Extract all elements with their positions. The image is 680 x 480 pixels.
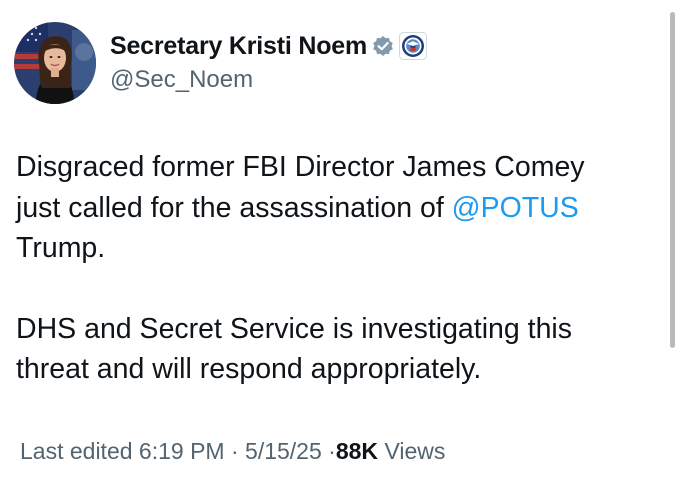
views-count: 88K bbox=[335, 438, 379, 464]
tweet-meta: Last edited 6:19 PM · 5/15/25 ·88K Views bbox=[20, 438, 445, 465]
scrollbar-thumb[interactable] bbox=[670, 12, 675, 348]
edited-label[interactable]: Last edited bbox=[20, 438, 133, 464]
tweet-text-segment: Trump. bbox=[16, 232, 106, 264]
tweet-paragraph: DHS and Secret Service is investigating … bbox=[16, 312, 573, 386]
author-display-name[interactable]: Secretary Kristi Noem bbox=[110, 32, 367, 61]
tweet-text: Disgraced former FBI Director James Come… bbox=[16, 147, 636, 390]
meta-separator: · bbox=[328, 438, 336, 464]
tweet-paragraph: Disgraced former FBI Director James Come… bbox=[16, 147, 636, 269]
dhs-seal-icon[interactable] bbox=[399, 32, 428, 60]
author-name-row: Secretary Kristi Noem bbox=[110, 30, 428, 62]
views-label: Views bbox=[384, 438, 446, 464]
author-handle[interactable]: @Sec_Noem bbox=[110, 66, 253, 94]
meta-separator: · bbox=[230, 438, 239, 464]
tweet-date[interactable]: 5/15/25 bbox=[245, 438, 322, 464]
verified-badge-icon bbox=[372, 35, 394, 57]
tweet: Secretary Kristi Noem @Sec_Noem Disgrace… bbox=[0, 0, 680, 480]
avatar[interactable] bbox=[14, 22, 96, 104]
tweet-time[interactable]: 6:19 PM bbox=[139, 438, 225, 464]
avatar-image bbox=[14, 22, 96, 104]
mention-link[interactable]: @POTUS bbox=[452, 192, 579, 224]
